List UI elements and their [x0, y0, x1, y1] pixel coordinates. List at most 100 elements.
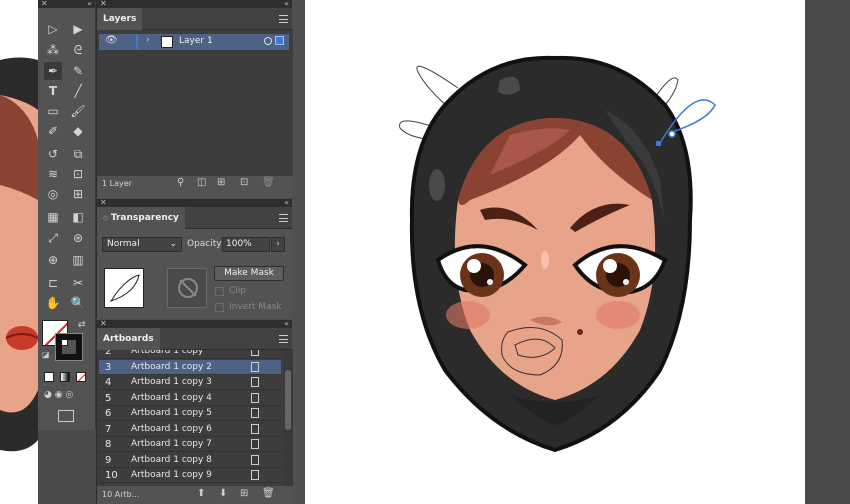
- layer-row[interactable]: 👁 › Layer 1: [99, 34, 289, 50]
- artboard-options-icon[interactable]: [251, 470, 259, 480]
- layer-name[interactable]: Layer 1: [179, 36, 213, 46]
- tools-panel-header[interactable]: ✕ «: [38, 0, 95, 8]
- make-clipping-mask-icon[interactable]: ◫: [197, 177, 206, 188]
- artboard-name[interactable]: Artboard 1 copy 7: [131, 439, 212, 449]
- free-transform-tool-icon[interactable]: ⊡: [69, 165, 87, 183]
- artboard-row[interactable]: 6 Artboard 1 copy 5: [99, 406, 281, 421]
- cheek-right: [596, 301, 640, 329]
- artboard-options-icon[interactable]: [251, 377, 259, 387]
- column-graph-tool-icon[interactable]: ▥: [69, 251, 87, 269]
- object-thumbnail[interactable]: [104, 268, 144, 308]
- artboard-options-icon[interactable]: [251, 392, 259, 403]
- tab-layers[interactable]: Layers: [97, 8, 143, 30]
- artboard-row[interactable]: 2 Artboard 1 copy: [99, 350, 281, 359]
- scale-tool-icon[interactable]: ⧉: [69, 145, 87, 163]
- opacity-dropdown-button[interactable]: ›: [271, 237, 285, 252]
- rectangle-tool-icon[interactable]: ▭: [44, 102, 62, 120]
- shape-builder-tool-icon[interactable]: ◎: [44, 185, 62, 203]
- zoom-tool-icon[interactable]: 🔍: [69, 294, 87, 312]
- artboard-row[interactable]: 4 Artboard 1 copy 3: [99, 375, 281, 390]
- delete-layer-icon[interactable]: 🗑: [262, 177, 275, 188]
- expand-chevron-icon[interactable]: ›: [146, 35, 150, 45]
- eraser-tool-icon[interactable]: ◆: [69, 122, 87, 140]
- magic-wand-tool-icon[interactable]: ⁂: [44, 41, 62, 59]
- none-mode-icon[interactable]: [76, 372, 86, 382]
- artboard-row[interactable]: 9 Artboard 1 copy 8: [99, 453, 281, 468]
- new-sublayer-icon[interactable]: ⊞: [217, 177, 225, 188]
- perspective-grid-tool-icon[interactable]: ⊞: [69, 185, 87, 203]
- blend-mode-select[interactable]: Normal ⌄: [102, 237, 182, 252]
- make-mask-button[interactable]: Make Mask: [214, 266, 284, 281]
- direct-selection-tool-icon[interactable]: ▶: [69, 20, 87, 38]
- artboard-name[interactable]: Artboard 1 copy 9: [131, 470, 212, 480]
- gradient-tool-icon[interactable]: ◧: [69, 208, 87, 226]
- artboard-list-scrollbar[interactable]: [283, 350, 293, 486]
- artboard-name[interactable]: Artboard 1 copy 5: [131, 408, 212, 418]
- artboard-options-icon[interactable]: [251, 423, 259, 434]
- invert-mask-label: Invert Mask: [229, 302, 282, 312]
- selection-tool-icon[interactable]: ▷: [44, 20, 62, 38]
- target-circle-icon[interactable]: [264, 37, 272, 45]
- artboard-row[interactable]: 10 Artboard 1 copy 9: [99, 468, 281, 483]
- delete-artboard-icon[interactable]: 🗑: [262, 488, 275, 499]
- blend-tool-icon[interactable]: ⊛: [69, 229, 87, 247]
- artboard-options-icon[interactable]: [251, 350, 259, 356]
- artboards-panel: ✕ « Artboards 2 Artboard 1 copy 3 Artboard 1…: [96, 320, 293, 504]
- stroke-swatch[interactable]: [55, 333, 83, 361]
- artboard-name[interactable]: Artboard 1 copy 8: [131, 455, 212, 465]
- artboard-options-icon[interactable]: [251, 361, 259, 372]
- artboards-panel-menu-icon[interactable]: [279, 335, 288, 343]
- screen-mode-icon[interactable]: [58, 410, 74, 422]
- selection-indicator-icon[interactable]: [275, 36, 284, 45]
- hand-tool-icon[interactable]: ✋: [44, 294, 62, 312]
- eyedropper-tool-icon[interactable]: ⤢: [44, 229, 62, 247]
- character-illustration[interactable]: [390, 50, 720, 460]
- paintbrush-tool-icon[interactable]: 🖌: [69, 102, 87, 120]
- tab-artboards[interactable]: Artboards: [97, 328, 160, 350]
- curvature-tool-icon[interactable]: ✎: [69, 62, 87, 80]
- artboard-row[interactable]: 7 Artboard 1 copy 6: [99, 422, 281, 437]
- color-mode-icon[interactable]: [44, 372, 54, 382]
- locate-object-icon[interactable]: ⚲: [177, 177, 184, 188]
- artboard-name[interactable]: Artboard 1 copy 6: [131, 424, 212, 434]
- artboard-name[interactable]: Artboard 1 copy 3: [131, 377, 212, 387]
- move-up-icon[interactable]: ⬆: [197, 488, 205, 499]
- draw-mode-icon[interactable]: ◕ ◉ ◎: [44, 390, 73, 400]
- new-artboard-icon[interactable]: ⊞: [240, 488, 248, 499]
- width-tool-icon[interactable]: ≋: [44, 165, 62, 183]
- lasso-tool-icon[interactable]: ᘓ: [69, 41, 87, 59]
- default-fill-stroke-icon[interactable]: ◪: [42, 350, 50, 359]
- slice-tool-icon[interactable]: ✂: [69, 274, 87, 292]
- artboard-row[interactable]: 8 Artboard 1 copy 7: [99, 437, 281, 452]
- artboard-options-icon[interactable]: [251, 454, 259, 465]
- artboard-name[interactable]: Artboard 1 copy: [131, 350, 203, 356]
- move-down-icon[interactable]: ⬇: [219, 488, 227, 499]
- artboard-tool-icon[interactable]: ⊏: [44, 274, 62, 292]
- artboard-row[interactable]: 3 Artboard 1 copy 2: [99, 359, 281, 375]
- invert-mask-checkbox[interactable]: [215, 303, 224, 312]
- artboard-name[interactable]: Artboard 1 copy 4: [131, 393, 212, 403]
- mask-thumbnail[interactable]: [167, 268, 207, 308]
- artboard-name[interactable]: Artboard 1 copy 2: [131, 362, 212, 372]
- transparency-panel-menu-icon[interactable]: [279, 214, 288, 222]
- rotate-tool-icon[interactable]: ↺: [44, 145, 62, 163]
- artboard-options-icon[interactable]: [251, 408, 259, 418]
- swap-fill-stroke-icon[interactable]: ⇄: [78, 320, 86, 330]
- mesh-tool-icon[interactable]: ▦: [44, 208, 62, 226]
- artboard-options-icon[interactable]: [251, 439, 259, 449]
- line-segment-tool-icon[interactable]: ╱: [69, 82, 87, 100]
- tab-transparency[interactable]: ◇ Transparency: [97, 207, 185, 229]
- artboard-number: 7: [105, 423, 112, 435]
- clip-checkbox[interactable]: [215, 287, 224, 296]
- artboard-number: 6: [105, 408, 112, 419]
- artboard-row[interactable]: 5 Artboard 1 copy 4: [99, 391, 281, 406]
- pen-tool-icon[interactable]: ✒: [44, 62, 62, 80]
- visibility-eye-icon[interactable]: 👁: [105, 35, 118, 46]
- symbol-sprayer-tool-icon[interactable]: ⊕: [44, 251, 62, 269]
- new-layer-icon[interactable]: ⊡: [240, 177, 248, 188]
- opacity-input[interactable]: 100%: [222, 237, 270, 252]
- type-tool-icon[interactable]: T: [44, 82, 62, 100]
- gradient-mode-icon[interactable]: [60, 372, 70, 382]
- layers-panel-menu-icon[interactable]: [279, 15, 288, 23]
- shaper-tool-icon[interactable]: ✐: [44, 122, 62, 140]
